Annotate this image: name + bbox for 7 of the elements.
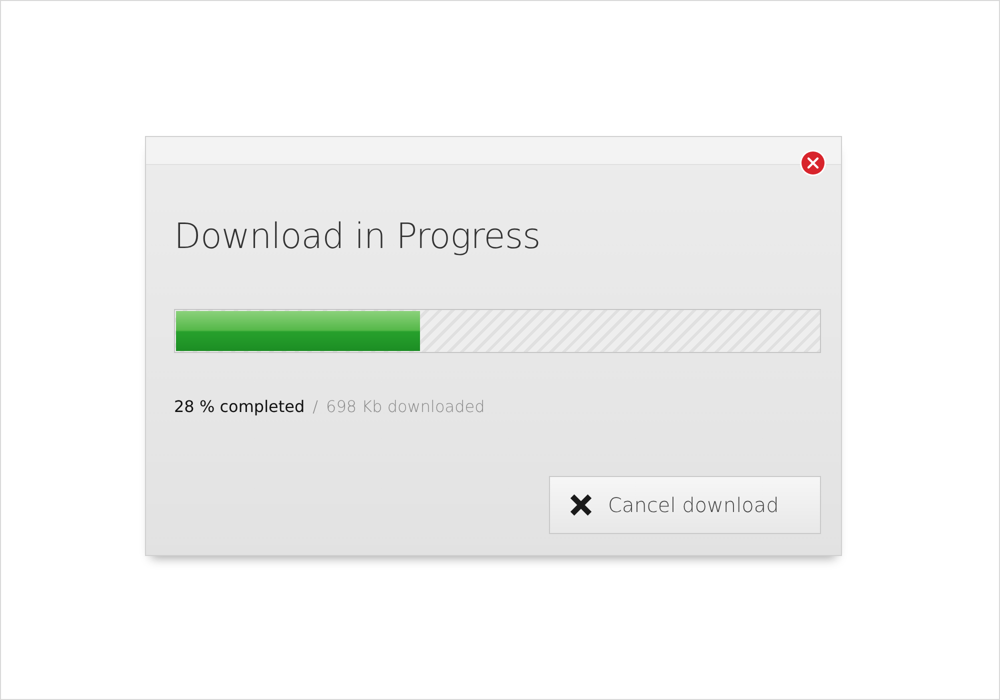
dialog-title: Download in Progress — [174, 217, 542, 259]
separator: / — [312, 397, 318, 416]
close-icon[interactable] — [799, 149, 827, 177]
percent-completed: 28 % completed — [174, 397, 305, 416]
downloaded-amount: 698 Kb downloaded — [326, 397, 485, 416]
cancel-download-button[interactable]: Cancel download — [549, 476, 821, 534]
cross-icon — [568, 492, 594, 518]
